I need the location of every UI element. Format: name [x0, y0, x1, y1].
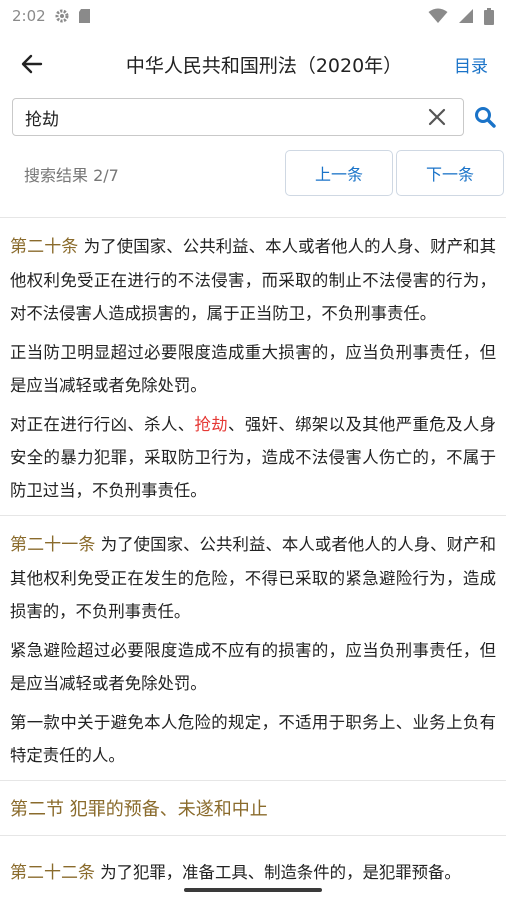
article-paragraph: 正当防卫明显超过必要限度造成重大损害的，应当负刑事责任，但是应当减轻或者免除处罚… — [10, 343, 496, 395]
article-number: 第二十条 — [10, 237, 79, 257]
page-title: 中华人民共和国刑法（2020年） — [125, 54, 403, 77]
article-text: 对正在进行行凶、杀人、 — [10, 415, 195, 434]
law-content[interactable]: 第二十条 为了使国家、公共利益、本人或者他人的人身、财产和其他权利免受正在进行的… — [0, 218, 506, 880]
article-paragraph: 第一款中关于避免本人危险的规定，不适用于职务上、业务上负有特定责任的人。 — [10, 713, 496, 765]
close-icon — [428, 108, 446, 126]
status-bar: 2:02 — [0, 0, 506, 32]
article-paragraph: 紧急避险超过必要限度造成不应有的损害的，应当负刑事责任，但是应当减轻或者免除处罚… — [10, 641, 496, 693]
battery-icon — [484, 7, 494, 25]
article-number: 第二十二条 — [10, 863, 95, 880]
previous-result-button[interactable]: 上一条 — [285, 150, 393, 196]
result-navigation: 搜索结果 2/7 上一条 下一条 — [0, 146, 506, 202]
article-paragraph: 第二十一条 为了使国家、公共利益、本人或者他人的人身、财产和其他权利免受正在发生… — [10, 528, 496, 628]
back-button[interactable] — [0, 32, 64, 96]
clear-search-button[interactable] — [417, 99, 457, 135]
gesture-bar — [0, 880, 506, 900]
toc-button[interactable]: 目录 — [442, 52, 506, 77]
home-gesture-handle[interactable] — [184, 888, 322, 892]
article-paragraph: 第二十条 为了使国家、公共利益、本人或者他人的人身、财产和其他权利免受正在进行的… — [10, 230, 496, 330]
search-row — [0, 96, 506, 140]
article-22: 第二十二条 为了犯罪，准备工具、制造条件的，是犯罪预备。 — [0, 836, 506, 880]
article-paragraph: 第二十二条 为了犯罪，准备工具、制造条件的，是犯罪预备。 — [10, 856, 496, 880]
article-text: 为了使国家、公共利益、本人或者他人的人身、财产和其他权利免受正在进行的不法侵害，… — [10, 237, 496, 323]
app-bar: 中华人民共和国刑法（2020年） 目录 — [0, 32, 506, 96]
signal-icon — [459, 9, 473, 23]
settings-gear-icon — [55, 9, 69, 23]
wifi-icon — [428, 8, 448, 23]
status-time: 2:02 — [12, 7, 46, 25]
result-count: 搜索结果 2/7 — [24, 166, 119, 185]
article-21: 第二十一条 为了使国家、公共利益、本人或者他人的人身、财产和其他权利免受正在发生… — [0, 516, 506, 781]
search-box — [12, 98, 464, 136]
search-highlight: 抢劫 — [194, 415, 229, 434]
article-paragraph: 对正在进行行凶、杀人、抢劫、强奸、绑架以及其他严重危及人身安全的暴力犯罪，采取防… — [10, 408, 496, 507]
article-text: 为了犯罪，准备工具、制造条件的，是犯罪预备。 — [95, 863, 461, 880]
section-heading: 第二节 犯罪的预备、未遂和中止 — [0, 781, 506, 836]
search-icon — [475, 107, 496, 128]
article-number: 第二十一条 — [10, 535, 96, 555]
search-button[interactable] — [470, 102, 500, 132]
sd-card-icon — [78, 9, 90, 23]
article-20: 第二十条 为了使国家、公共利益、本人或者他人的人身、财产和其他权利免受正在进行的… — [0, 218, 506, 516]
arrow-left-icon — [21, 54, 43, 74]
search-input[interactable] — [25, 107, 417, 127]
next-result-button[interactable]: 下一条 — [396, 150, 504, 196]
